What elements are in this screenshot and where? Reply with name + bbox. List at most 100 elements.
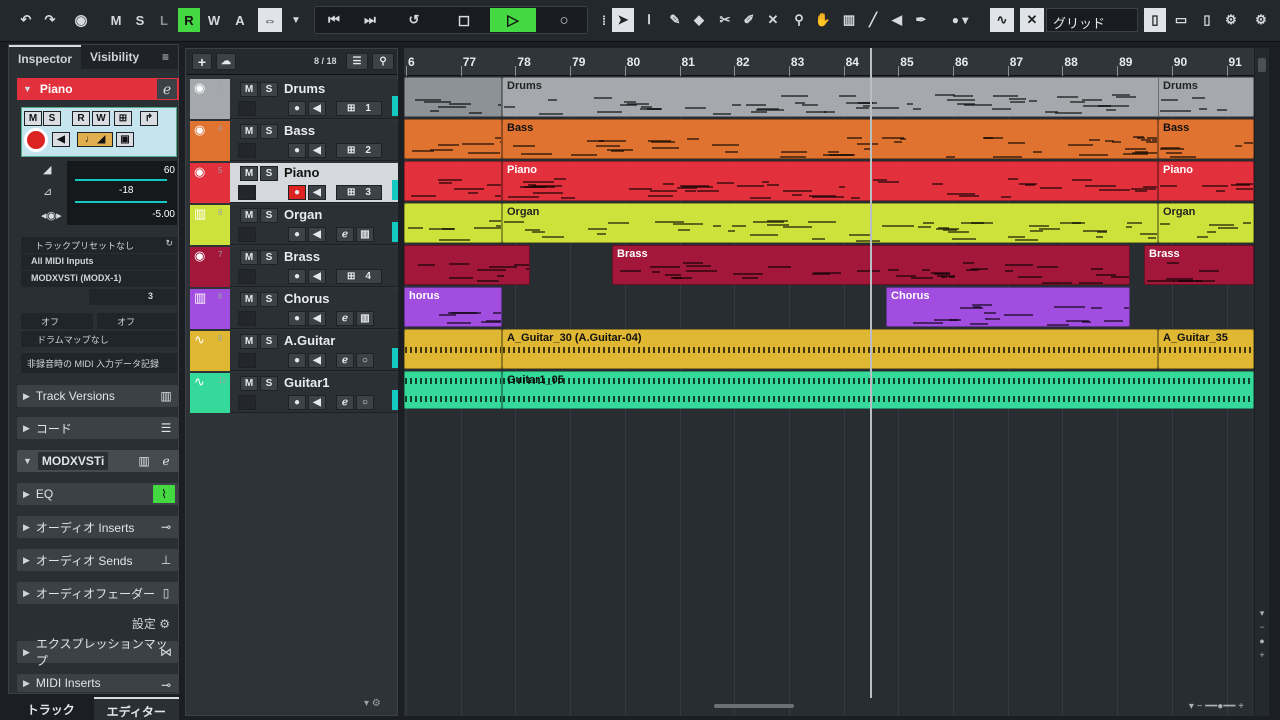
vertical-scrollbar[interactable]: ▾ − ● +	[1255, 48, 1269, 716]
go-to-next-marker-icon[interactable]: ⏭	[358, 8, 382, 32]
delay-value[interactable]: -5.00	[152, 209, 175, 220]
record-enable-icon[interactable]: ●	[288, 311, 306, 326]
section-audio-inserts[interactable]: ▶ オーディオ Inserts ⊸	[17, 516, 179, 538]
edit-icon[interactable]: ℯ	[157, 452, 175, 470]
section-audio-sends[interactable]: ▶ オーディオ Sends ⊥	[17, 549, 179, 571]
grid-type-selector[interactable]: グリッド	[1046, 8, 1138, 32]
midi-part-brass-a[interactable]	[404, 245, 530, 285]
automation-mode-button[interactable]: A	[230, 8, 250, 32]
zoom-slider[interactable]: ▾ − ━━●━━ +	[1189, 701, 1244, 712]
instrument-edit-icon[interactable]: ○	[356, 395, 374, 410]
pan-value[interactable]: -18	[119, 185, 133, 196]
horizontal-scrollbar[interactable]	[714, 704, 794, 708]
settings-button[interactable]: 設定 ⚙	[132, 615, 170, 632]
monitor-icon[interactable]: ◀	[308, 227, 326, 242]
tracklist-menu-icon[interactable]: ▾ ⚙	[364, 698, 381, 709]
track-freeze-slot[interactable]	[238, 353, 256, 368]
stop-icon[interactable]: ◻	[452, 8, 476, 32]
section-audio-fader[interactable]: ▶ オーディオフェーダー ▯	[17, 582, 179, 604]
track-solo-button[interactable]: S	[260, 166, 278, 181]
record-enable-button[interactable]	[24, 128, 48, 152]
midi-part-bass[interactable]: Bass	[502, 119, 1158, 159]
record-enable-icon[interactable]: ●	[288, 353, 306, 368]
folder-icon[interactable]: ☁	[216, 53, 236, 70]
ruler[interactable]: 6 77 78 79 80 81 82 83 84 85 86 87 88 89 90 91	[404, 48, 1254, 76]
record-enable-icon[interactable]: ●	[288, 269, 306, 284]
midi-part-drums-a[interactable]	[404, 77, 502, 117]
track-solo-button[interactable]: S	[260, 334, 278, 349]
project-window[interactable]: 6 77 78 79 80 81 82 83 84 85 86 87 88 89 90 91 Drums Dr…	[404, 48, 1254, 716]
track-solo-button[interactable]: S	[260, 292, 278, 307]
instrument-edit-icon[interactable]: ▥	[356, 311, 374, 326]
track-mute-button[interactable]: M	[240, 124, 258, 139]
track-name[interactable]: Bass	[284, 123, 315, 138]
tab-track[interactable]: トラック	[8, 697, 94, 720]
range-selection-icon[interactable]: Ⅰ	[638, 8, 660, 32]
snap-on-off-icon[interactable]: ∿	[990, 8, 1014, 32]
glue-icon[interactable]: ✐	[738, 8, 760, 32]
midi-part-piano[interactable]: Piano	[502, 161, 1158, 201]
tab-inspector[interactable]: Inspector	[9, 45, 82, 69]
write-automation-button[interactable]: W	[204, 8, 224, 32]
undo-icon[interactable]: ↶	[16, 8, 36, 32]
track-header-piano[interactable]: ◉ 5 M S Piano ● ◀ ⊞ 3	[190, 163, 398, 203]
colorize-dropdown-icon[interactable]: ● ▾	[942, 8, 978, 32]
track-name[interactable]: Drums	[284, 81, 325, 96]
gear-icon[interactable]: ⚙	[1250, 8, 1272, 32]
track-preset-field[interactable]: トラックプリセットなし ↻	[21, 237, 177, 253]
midi-part-drums-b[interactable]: Drums	[1158, 77, 1254, 117]
mute-mode-button[interactable]: M	[106, 8, 126, 32]
volume-value[interactable]: 60	[164, 165, 175, 176]
record-enable-icon[interactable]: ●	[288, 101, 306, 116]
speaker-icon[interactable]: ◀	[886, 8, 908, 32]
midi-part-piano-b[interactable]: Piano	[1158, 161, 1254, 201]
midi-input-field[interactable]: All MIDI Inputs	[21, 254, 177, 270]
program-select-field[interactable]: オフ	[97, 313, 177, 329]
volume-slider[interactable]	[75, 179, 167, 181]
hand-icon[interactable]: ✋	[812, 8, 834, 32]
monitor-icon[interactable]: ◀	[52, 132, 70, 147]
track-visibility-icon[interactable]: ☰	[346, 53, 368, 70]
comp-tool-icon[interactable]: ▥	[838, 8, 860, 32]
lock-icon[interactable]: ▣	[116, 132, 134, 147]
track-header-chorus[interactable]: ▥ 8 M S Chorus ● ◀ ℯ ▥	[190, 289, 398, 329]
midi-output-field[interactable]: MODXVSTi (MODX-1)	[21, 271, 177, 287]
track-freeze-slot[interactable]	[238, 143, 256, 158]
pan-slider[interactable]	[75, 201, 167, 203]
edit-instrument-icon[interactable]: ℯ	[157, 79, 177, 99]
track-freeze-slot[interactable]	[238, 395, 256, 410]
audio-event-aguitar[interactable]: A_Guitar_30 (A.Guitar-04)	[502, 329, 1158, 369]
audio-event-aguitar-a[interactable]	[404, 329, 502, 369]
track-freeze-slot[interactable]	[238, 101, 256, 116]
track-name[interactable]: Chorus	[284, 291, 330, 306]
track-solo-button[interactable]: S	[260, 82, 278, 97]
autoscroll-dropdown-icon[interactable]: ▼	[286, 8, 306, 32]
tab-editor[interactable]: エディター	[93, 697, 179, 720]
zoom-icon[interactable]: ⚲	[788, 8, 810, 32]
record-enable-icon[interactable]: ●	[288, 395, 306, 410]
track-header-guitar1[interactable]: ∿ 11 M S Guitar1 ● ◀ ℯ ○	[190, 373, 398, 413]
solo-mode-button[interactable]: S	[130, 8, 150, 32]
track-mute-button[interactable]: M	[240, 292, 258, 307]
midi-channel-field[interactable]: 3	[89, 289, 177, 305]
track-solo-button[interactable]: S	[260, 376, 278, 391]
autoscroll-icon[interactable]: ⇔	[258, 8, 282, 32]
monitor-icon[interactable]: ◀	[308, 353, 326, 368]
edit-icon[interactable]: ℯ	[336, 227, 354, 242]
listen-mode-button[interactable]: L	[154, 8, 174, 32]
record-enable-icon[interactable]: ●	[288, 143, 306, 158]
edit-icon[interactable]: ℯ	[336, 311, 354, 326]
freeze-icon[interactable]: ⊞	[114, 111, 132, 126]
monitor-icon[interactable]: ◀	[308, 311, 326, 326]
mute-button[interactable]: M	[24, 111, 42, 126]
midi-part-drums[interactable]: Drums	[502, 77, 1254, 117]
midi-part-organ-a[interactable]	[404, 203, 502, 243]
right-zone-icon[interactable]: ▯	[1196, 8, 1218, 32]
scissors-icon[interactable]: ✂	[714, 8, 736, 32]
track-mute-button[interactable]: M	[240, 334, 258, 349]
audio-event-guitar1[interactable]: Guitar1_05	[502, 371, 1254, 409]
midi-part-chorus-a[interactable]: horus	[404, 287, 502, 327]
track-header-drums[interactable]: ◉ 3 M S Drums ● ◀ ⊞ 1	[190, 79, 398, 119]
edit-icon[interactable]: ℯ	[336, 353, 354, 368]
constrain-delay-icon[interactable]: ◉	[70, 8, 92, 32]
